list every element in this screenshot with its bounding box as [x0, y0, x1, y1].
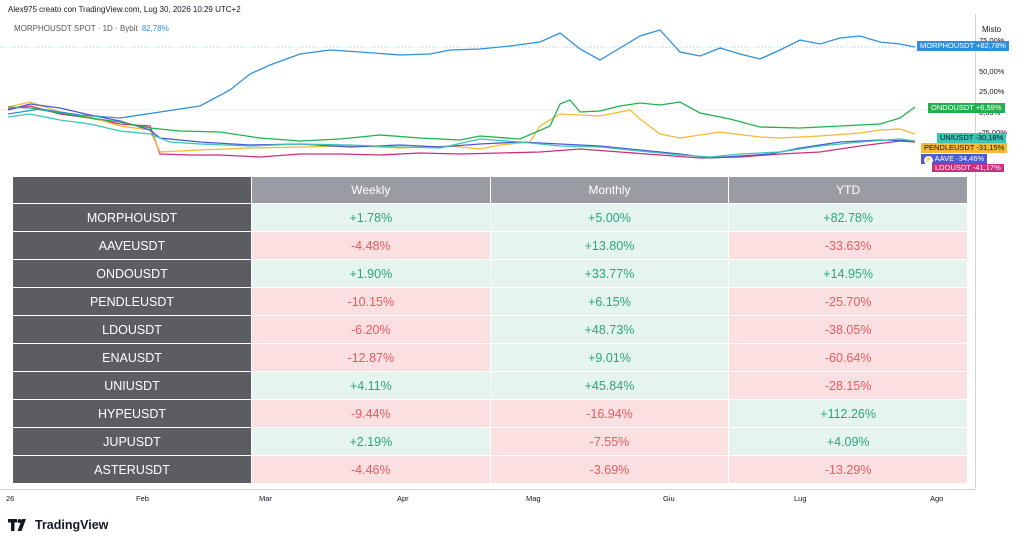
tag-value: +82,78%	[976, 41, 1006, 50]
price-chart-area[interactable]	[0, 14, 975, 174]
cell-weekly: +2.19%	[251, 427, 491, 456]
cell-monthly: +5.00%	[489, 203, 730, 232]
tag-value: +6,59%	[975, 103, 1002, 112]
table-body: MORPHOUSDT +1.78% +5.00% +82.78% AAVEUSDT -4.…	[12, 203, 968, 484]
x-tick-label: Mar	[259, 494, 272, 503]
table-row: ENAUSDT -12.87% +9.01% -60.64%	[12, 343, 968, 372]
table-row: LDOUSDT -6.20% +48.73% -38.05%	[12, 315, 968, 344]
y-tick-50: 50,00%	[979, 67, 1005, 76]
cell-ytd: -13.29%	[728, 455, 968, 484]
tag-label: ONDOUSDT	[931, 103, 974, 112]
tradingview-logo-icon	[8, 519, 26, 531]
row-symbol: AAVEUSDT	[12, 231, 252, 260]
table-row: MORPHOUSDT +1.78% +5.00% +82.78%	[12, 203, 968, 232]
cell-ytd: -38.05%	[728, 315, 968, 344]
row-symbol: MORPHOUSDT	[12, 203, 252, 232]
tag-value: -31,15%	[976, 143, 1005, 152]
series-ondousdt-line	[7, 99, 916, 142]
row-symbol: HYPEUSDT	[12, 399, 252, 428]
row-symbol: LDOUSDT	[12, 315, 252, 344]
cell-monthly: -3.69%	[489, 455, 730, 484]
y-tick-25: 25,00%	[979, 87, 1005, 96]
cell-monthly: +9.01%	[489, 343, 730, 372]
price-tag-morphousdt: MORPHOUSDT +82,78%	[917, 41, 1009, 51]
table-corner-cell	[12, 176, 252, 204]
col-header-weekly: Weekly	[251, 176, 491, 204]
table-row: HYPEUSDT -9.44% -16.94% +112.26%	[12, 399, 968, 428]
x-tick-label: 26	[6, 494, 15, 503]
cell-weekly: -4.48%	[251, 231, 491, 260]
cell-monthly: -16.94%	[489, 399, 730, 428]
cell-weekly: -10.15%	[251, 287, 491, 316]
row-symbol: ASTERUSDT	[12, 455, 252, 484]
cell-monthly: +45.84%	[489, 371, 730, 400]
cell-monthly: +6.15%	[489, 287, 730, 316]
price-tag-ldousdt: LDOUSDT -41,17%	[932, 164, 1004, 172]
series-aave-line	[7, 103, 916, 159]
cell-weekly: -4.46%	[251, 455, 491, 484]
tag-label: LDOUSDT	[935, 164, 971, 172]
price-tag-uniusdt: UNIUSDT -30,18%	[937, 133, 1007, 143]
x-tick-label: Feb	[136, 494, 149, 503]
cell-monthly: -7.55%	[489, 427, 730, 456]
tradingview-logo[interactable]: TradingView	[8, 518, 108, 532]
tag-label: PENDLEUSDT	[924, 143, 975, 152]
col-header-monthly: Monthly	[489, 176, 730, 204]
tag-value: -34,46%	[956, 154, 985, 163]
row-symbol: ENAUSDT	[12, 343, 252, 372]
table-row: AAVEUSDT -4.48% +13.80% -33.63%	[12, 231, 968, 260]
price-tag-pendleusdt: PENDLEUSDT -31,15%	[921, 143, 1008, 153]
x-tick-label: Mag	[526, 494, 541, 503]
table-row: PENDLEUSDT -10.15% +6.15% -25.70%	[12, 287, 968, 316]
table-row: ASTERUSDT -4.46% -3.69% -13.29%	[12, 455, 968, 484]
table-header-row: Weekly Monthly YTD	[12, 176, 968, 204]
row-symbol: PENDLEUSDT	[12, 287, 252, 316]
time-axis[interactable]: 26 Feb Mar Apr Mag Giu Lug Ago	[0, 489, 975, 503]
series-morphousdt-line	[7, 29, 916, 119]
table-row: ONDOUSDT +1.90% +33.77% +14.95%	[12, 259, 968, 288]
cell-ytd: +112.26%	[728, 399, 968, 428]
cell-ytd: -33.63%	[728, 231, 968, 260]
cell-weekly: +1.78%	[251, 203, 491, 232]
tag-label: AAVE	[934, 154, 955, 163]
row-symbol: JUPUSDT	[12, 427, 252, 456]
tag-value: -41,17%	[972, 164, 1001, 172]
performance-table: Weekly Monthly YTD MORPHOUSDT +1.78% +5.00…	[12, 176, 968, 484]
cell-ytd: -60.64%	[728, 343, 968, 372]
cell-ytd: +82.78%	[728, 203, 968, 232]
row-symbol: UNIUSDT	[12, 371, 252, 400]
cell-ytd: -28.15%	[728, 371, 968, 400]
x-tick-label: Apr	[397, 494, 409, 503]
price-tag-ondousdt: ONDOUSDT +6,59%	[928, 103, 1005, 113]
col-header-ytd: YTD	[728, 176, 968, 204]
cell-monthly: +48.73%	[489, 315, 730, 344]
tag-value: -30,18%	[975, 133, 1004, 142]
cell-weekly: +4.11%	[251, 371, 491, 400]
tag-label: MORPHOUSDT	[920, 41, 975, 50]
cell-ytd: -25.70%	[728, 287, 968, 316]
cell-weekly: -12.87%	[251, 343, 491, 372]
price-tag-aave: ⚡ AAVE -34,46%	[921, 154, 988, 165]
row-symbol: ONDOUSDT	[12, 259, 252, 288]
x-tick-label: Lug	[794, 494, 807, 503]
x-tick-label: Ago	[930, 494, 944, 503]
x-tick-label: Giu	[663, 494, 675, 503]
chart-header-title: Alex975 creato con TradingView.com, Lug …	[8, 5, 241, 14]
cell-weekly: +1.90%	[251, 259, 491, 288]
cell-monthly: +13.80%	[489, 231, 730, 260]
cell-monthly: +33.77%	[489, 259, 730, 288]
cell-weekly: -9.44%	[251, 399, 491, 428]
cell-ytd: +4.09%	[728, 427, 968, 456]
tag-label: UNIUSDT	[940, 133, 974, 142]
series-uniusdt-line	[7, 113, 916, 158]
cell-weekly: -6.20%	[251, 315, 491, 344]
table-row: UNIUSDT +4.11% +45.84% -28.15%	[12, 371, 968, 400]
table-row: JUPUSDT +2.19% -7.55% +4.09%	[12, 427, 968, 456]
brand-name: TradingView	[35, 518, 109, 532]
price-axis[interactable]	[975, 14, 1024, 489]
cell-ytd: +14.95%	[728, 259, 968, 288]
scale-mode-label[interactable]: Misto	[982, 25, 1001, 34]
